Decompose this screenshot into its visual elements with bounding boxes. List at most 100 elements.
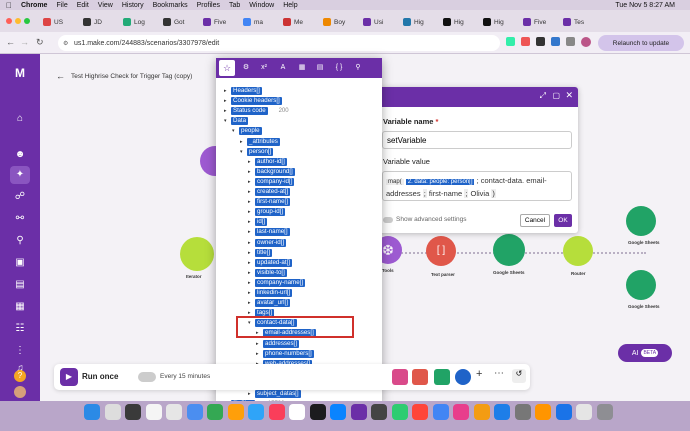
menu-history[interactable]: History: [122, 2, 144, 9]
expand-right-icon[interactable]: ▸: [248, 229, 251, 235]
expand-right-icon[interactable]: ▸: [248, 280, 251, 286]
help-icon[interactable]: ?: [14, 370, 26, 382]
dock-app-icon[interactable]: [514, 404, 531, 420]
ok-button[interactable]: OK: [554, 214, 572, 227]
menu-file[interactable]: File: [56, 2, 67, 9]
scheduling-toggle[interactable]: [138, 372, 156, 382]
dock-app-icon[interactable]: [432, 404, 449, 420]
expand-right-icon[interactable]: ▸: [248, 260, 251, 266]
expand-down-icon[interactable]: ▾: [232, 128, 235, 134]
home-icon[interactable]: ⌂: [10, 110, 30, 128]
expand-right-icon[interactable]: ▸: [248, 270, 251, 276]
data-people-person-pill[interactable]: 2. data: people: person[]: [405, 179, 475, 185]
tree-item-status-code[interactable]: Status code: [231, 107, 268, 116]
fullscreen-icon[interactable]: ▢: [552, 91, 560, 100]
tree-item-addresses[interactable]: addresses[]: [263, 339, 299, 348]
tree-item-background[interactable]: background[]: [255, 167, 295, 176]
profile-avatar[interactable]: [581, 37, 591, 47]
search-icon[interactable]: ⚲: [352, 62, 364, 74]
browser-tab[interactable]: Usi: [360, 14, 383, 30]
expand-icon[interactable]: ⤢: [540, 91, 546, 101]
browser-tab[interactable]: Got: [160, 14, 184, 30]
apple-icon[interactable]: : [6, 1, 12, 10]
browser-tab[interactable]: Tes: [560, 14, 584, 30]
browser-tab[interactable]: Hig: [400, 14, 424, 30]
window-close-icon[interactable]: [6, 18, 12, 24]
run-once-button[interactable]: ▶: [60, 368, 78, 386]
expand-right-icon[interactable]: ▸: [248, 250, 251, 256]
tree-item-group-id[interactable]: group-id[]: [255, 208, 286, 217]
tree-item-title[interactable]: title[]: [255, 248, 273, 257]
expand-down-icon[interactable]: ▾: [224, 118, 227, 124]
tree-item-company-name[interactable]: company-name[]: [255, 278, 306, 287]
dock-app-icon[interactable]: [186, 404, 203, 420]
dock-app-icon[interactable]: [371, 404, 387, 420]
connections-icon[interactable]: ☍: [10, 188, 30, 206]
apps-icon[interactable]: ▦: [10, 298, 30, 316]
router-icon[interactable]: [563, 236, 593, 266]
puzzle-icon[interactable]: [566, 37, 575, 46]
dock-app-icon[interactable]: [289, 404, 305, 420]
keys-icon[interactable]: ⚲: [10, 232, 30, 250]
relaunch-button[interactable]: Relaunch to update: [598, 35, 684, 51]
dock-app-icon[interactable]: [453, 404, 469, 420]
tree-item-owner-id[interactable]: owner-id[]: [255, 238, 287, 247]
browser-tab[interactable]: Log: [120, 14, 145, 30]
tree-item-subject-datas[interactable]: subject_datas[]: [255, 390, 301, 398]
browser-tab[interactable]: ma: [240, 14, 263, 30]
more-icon[interactable]: ⋮: [10, 342, 30, 360]
advanced-settings-toggle[interactable]: Show advanced settings: [383, 216, 466, 223]
tree-item-headers[interactable]: Headers[]: [231, 87, 262, 95]
math-icon[interactable]: x²: [258, 62, 270, 74]
braces-icon[interactable]: { }: [333, 62, 345, 74]
tree-item-linkedin-url[interactable]: linkedin-url[]: [255, 289, 293, 297]
browser-tab[interactable]: US: [40, 14, 63, 30]
google-sheets-icon[interactable]: [626, 206, 656, 236]
tree-item-data[interactable]: Data: [231, 117, 249, 126]
datastore-icon[interactable]: ▤: [10, 276, 30, 294]
expand-right-icon[interactable]: ▸: [248, 199, 251, 205]
expand-right-icon[interactable]: ▸: [224, 98, 227, 104]
address-bar[interactable]: ⚙ us1.make.com/244883/scenarios/3307978/…: [58, 35, 500, 51]
extension-icon[interactable]: [506, 37, 515, 46]
menu-chrome[interactable]: Chrome: [21, 2, 47, 9]
expand-right-icon[interactable]: ▸: [240, 139, 243, 145]
dock-app-icon[interactable]: [125, 404, 141, 420]
tree-item-phone-numbers[interactable]: phone-numbers[]: [263, 349, 314, 358]
webhooks-icon[interactable]: ⚯: [10, 210, 30, 228]
menu-help[interactable]: Help: [283, 2, 297, 9]
run-once-label[interactable]: Run once: [82, 372, 118, 381]
dock-app-icon[interactable]: [473, 404, 490, 420]
expand-right-icon[interactable]: ▸: [248, 169, 251, 175]
expand-right-icon[interactable]: ▸: [248, 209, 251, 215]
browser-tab[interactable]: Boy: [320, 14, 345, 30]
dock-app-icon[interactable]: [145, 404, 162, 420]
tree-item-last-name[interactable]: last-name[]: [255, 228, 290, 237]
extension-icon[interactable]: [536, 37, 545, 46]
menu-view[interactable]: View: [98, 2, 113, 9]
dock-app-icon[interactable]: [555, 404, 572, 420]
extension-icon[interactable]: [521, 37, 530, 46]
dock-app-icon[interactable]: [104, 404, 121, 420]
dock-app-icon[interactable]: [535, 404, 551, 420]
browser-tab[interactable]: Five: [520, 14, 546, 30]
back-icon[interactable]: ←: [6, 37, 15, 47]
dock-app-icon[interactable]: [166, 404, 182, 420]
make-logo[interactable]: M: [10, 64, 30, 82]
dock-app-icon[interactable]: [227, 404, 244, 420]
text-icon[interactable]: A: [277, 62, 289, 74]
expand-right-icon[interactable]: ▸: [248, 219, 251, 225]
toggle-icon[interactable]: [383, 216, 393, 223]
more-options-icon[interactable]: ⋯: [494, 368, 504, 379]
menu-profiles[interactable]: Profiles: [197, 2, 220, 9]
cancel-button[interactable]: Cancel: [520, 214, 550, 227]
menu-edit[interactable]: Edit: [77, 2, 89, 9]
add-module-icon[interactable]: +: [476, 368, 482, 380]
gear-icon[interactable]: ⚙: [240, 62, 252, 74]
tree-item-id[interactable]: id[]: [255, 218, 268, 227]
dock-app-icon[interactable]: [494, 404, 510, 420]
browser-tab[interactable]: Me: [280, 14, 303, 30]
tree-item-person[interactable]: person[]: [247, 147, 274, 156]
tree-item-company-id[interactable]: company-id[]: [255, 177, 295, 186]
text-parser-icon[interactable]: [ ]: [426, 236, 456, 266]
